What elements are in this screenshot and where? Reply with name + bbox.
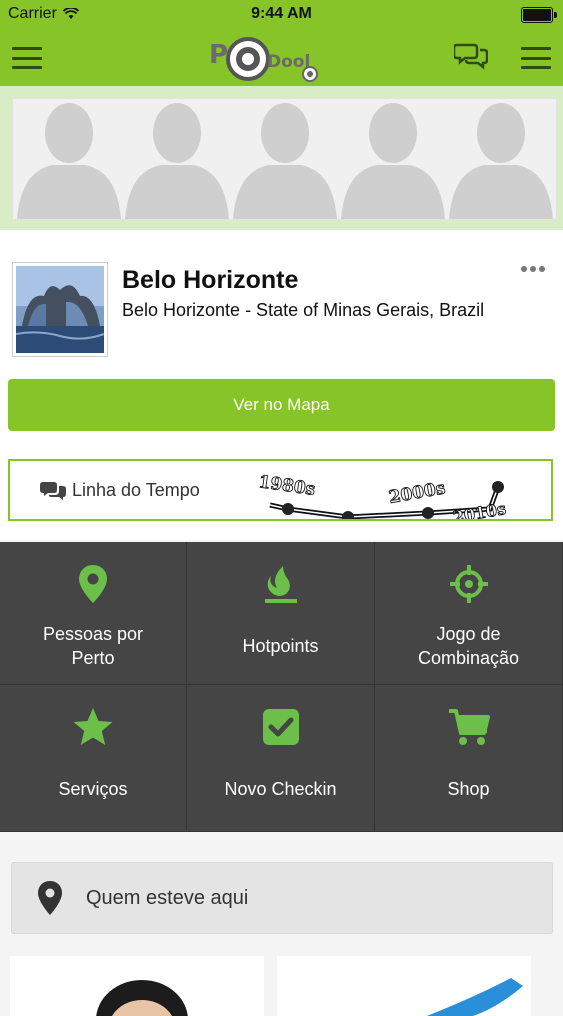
tile-people-nearby-label: Pessoas por Perto: [42, 624, 144, 668]
timeline-label-group: Linha do Tempo: [40, 480, 200, 501]
tile-matching-game-label: Jogo de Combinação: [417, 624, 520, 668]
chat-bubbles-icon: [454, 43, 488, 70]
target-logo-icon: [226, 37, 270, 81]
status-bar: Carrier 9:44 AM: [0, 0, 563, 30]
tile-services-label: Serviços: [58, 779, 128, 799]
more-options-icon[interactable]: [521, 266, 545, 272]
timeline-year-2010s: 2010s: [451, 499, 507, 519]
tile-people-nearby[interactable]: Pessoas por Perto: [0, 542, 187, 685]
visitors-section-header[interactable]: Quem esteve aqui: [11, 862, 553, 934]
place-title: Belo Horizonte: [122, 266, 299, 294]
visitor-card[interactable]: [10, 956, 264, 1016]
cart-icon: [448, 709, 490, 745]
location-pin-icon: [79, 565, 107, 603]
church-photo-icon: [15, 266, 105, 353]
tile-matching-game[interactable]: Jogo de Combinação: [375, 542, 563, 685]
flame-icon: [264, 566, 297, 603]
cover-area: [0, 86, 563, 230]
status-time: 9:44 AM: [251, 5, 312, 22]
tile-new-checkin-label: Novo Checkin: [224, 779, 337, 799]
crosshair-icon: [449, 565, 488, 603]
nav-bar: P Dool: [0, 30, 563, 86]
timeline-year-2000s: 2000s: [387, 478, 446, 508]
place-thumbnail[interactable]: [12, 262, 108, 357]
timeline-year-1980s: 1980s: [258, 472, 316, 500]
app-logo: P Dool: [205, 34, 325, 84]
tile-hotpoints-label: Hotpoints: [242, 636, 319, 656]
visitor-avatar: [96, 980, 188, 1016]
battery-icon: [521, 7, 557, 23]
tile-hotpoints[interactable]: Hotpoints: [187, 542, 375, 685]
timeline-banner[interactable]: Linha do Tempo 1980s 2000s 2010s: [8, 459, 553, 521]
logo-small-target-icon: [302, 66, 318, 82]
hamburger-icon: [12, 47, 42, 69]
checkbox-icon: [262, 709, 299, 745]
place-location: Belo Horizonte - State of Minas Gerais, …: [122, 300, 485, 320]
chat-button[interactable]: [454, 42, 488, 70]
people-silhouettes-icon: [17, 103, 553, 219]
visitor-card[interactable]: [277, 956, 531, 1016]
view-map-button[interactable]: Ver no Mapa: [8, 379, 555, 431]
star-icon: [73, 708, 113, 745]
tile-new-checkin[interactable]: Novo Checkin: [187, 685, 375, 832]
cover-photo-placeholder: [12, 98, 557, 220]
timeline-label: Linha do Tempo: [72, 480, 200, 500]
options-menu-button[interactable]: [521, 47, 551, 69]
tile-shop[interactable]: Shop: [375, 685, 563, 832]
tile-shop-label: Shop: [447, 779, 490, 799]
place-card: Belo Horizonte Belo Horizonte - State of…: [0, 230, 563, 540]
timeline-graphic: 1980s 2000s 2010s: [258, 472, 508, 519]
feature-grid: Pessoas por Perto Hotpoints Jogo de Comb…: [0, 542, 563, 832]
visitors-section-label: Quem esteve aqui: [86, 887, 249, 909]
comments-icon: [40, 481, 66, 500]
tile-services[interactable]: Serviços: [0, 685, 187, 832]
options-hamburger-icon: [521, 47, 551, 69]
menu-button[interactable]: [12, 47, 42, 69]
map-marker-icon: [38, 881, 62, 915]
visitor-avatar: [427, 978, 523, 1016]
